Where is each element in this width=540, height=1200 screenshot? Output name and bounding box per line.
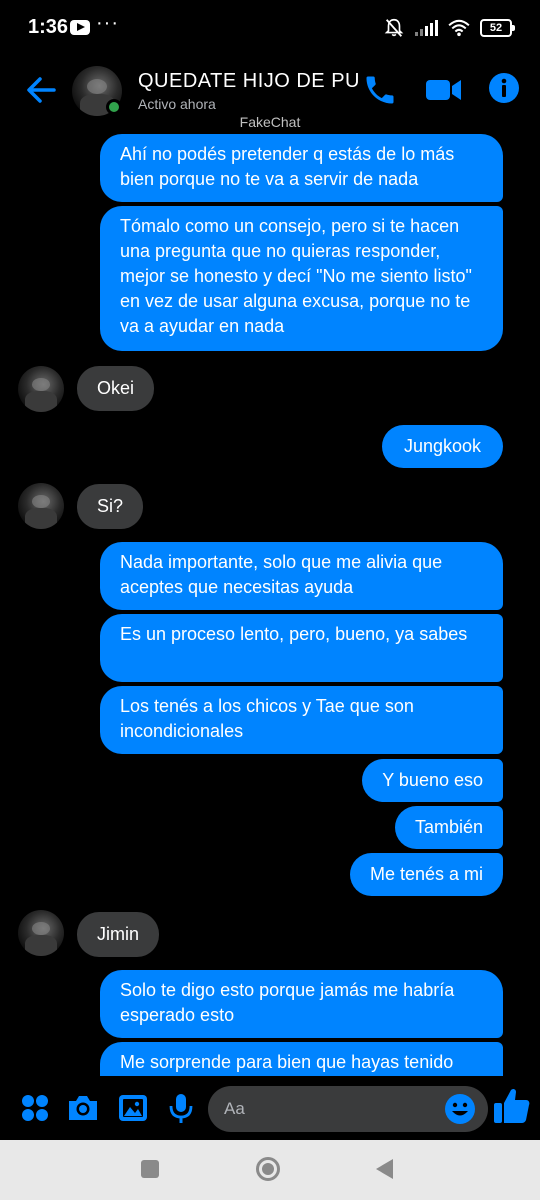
info-icon[interactable] (488, 72, 520, 104)
online-status-dot (106, 99, 122, 115)
message-bubble-incoming[interactable]: Si? (77, 484, 144, 529)
status-indicators: 52 (383, 16, 515, 40)
recents-icon[interactable] (141, 1160, 159, 1178)
message-bubble-outgoing[interactable]: También (394, 806, 503, 849)
home-icon[interactable] (256, 1157, 280, 1181)
message-input-placeholder: Aa (224, 1099, 245, 1118)
contact-avatar-small[interactable] (18, 483, 64, 529)
message-bubble-outgoing[interactable]: Jungkook (381, 425, 503, 468)
status-bar: 1:36 ··· 52 (0, 0, 540, 56)
fakechat-watermark: FakeChat (239, 114, 301, 130)
back-arrow-icon[interactable] (24, 72, 60, 108)
image-icon[interactable] (116, 1091, 150, 1125)
message-bubble-outgoing[interactable]: Me tenés a mi (349, 853, 503, 896)
message-bubble-outgoing[interactable]: Tómalo como un consejo, pero si te hacen… (100, 206, 503, 351)
battery-icon: 52 (480, 19, 515, 37)
message-bubble-incoming[interactable]: Jimin (77, 912, 160, 957)
message-bubble-outgoing[interactable]: Nada importante, solo que me alivia que … (100, 542, 503, 610)
message-bubble-outgoing[interactable]: Solo te digo esto porque jamás me habría… (100, 970, 503, 1038)
emoji-icon[interactable] (444, 1093, 476, 1125)
back-icon[interactable] (376, 1159, 393, 1179)
contact-status: Activo ahora (138, 96, 216, 112)
youtube-notification-icon (70, 20, 90, 35)
message-bubble-outgoing[interactable]: Ahí no podés pretender q estás de lo más… (100, 134, 503, 202)
contact-avatar-small[interactable] (18, 366, 64, 412)
microphone-icon[interactable] (164, 1091, 198, 1125)
message-input[interactable]: Aa (208, 1086, 488, 1132)
status-time: 1:36 (28, 16, 69, 38)
wifi-icon (448, 19, 470, 37)
contact-name[interactable]: QUEDATE HIJO DE PU… (138, 70, 358, 93)
more-notifications-icon: ··· (96, 12, 119, 34)
system-nav-bar (0, 1140, 540, 1200)
message-bubble-incoming[interactable]: Okei (77, 366, 155, 411)
apps-icon[interactable] (18, 1091, 52, 1125)
bell-off-icon (384, 18, 404, 37)
message-composer: Aa (0, 1076, 540, 1140)
video-call-icon[interactable] (424, 72, 464, 108)
message-bubble-outgoing[interactable]: Me sorprende para bien que hayas tenido (100, 1042, 503, 1076)
message-bubble-outgoing[interactable]: Y bueno eso (362, 759, 503, 802)
thumbs-up-icon[interactable] (492, 1086, 532, 1126)
signal-icon (415, 20, 438, 36)
phone-call-icon[interactable] (362, 72, 398, 108)
message-bubble-outgoing[interactable]: Los tenés a los chicos y Tae que son inc… (100, 686, 503, 754)
contact-avatar-small[interactable] (18, 910, 64, 956)
camera-icon[interactable] (66, 1091, 100, 1125)
message-bubble-outgoing[interactable]: Es un proceso lento, pero, bueno, ya sab… (100, 614, 503, 682)
